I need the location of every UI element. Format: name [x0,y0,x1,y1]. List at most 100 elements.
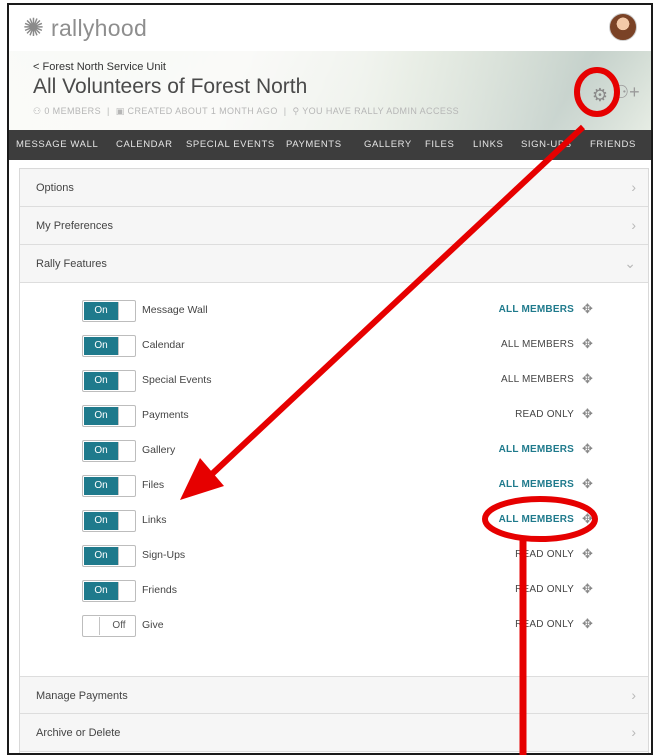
feature-access-level[interactable]: READ ONLY [515,584,574,595]
created-date: ▣ CREATED ABOUT 1 MONTH AGO [115,106,278,116]
feature-name: Give [142,619,164,631]
feature-row: On Payments READ ONLY ✥ [20,405,648,440]
brand-bar: rallyhood [9,5,651,51]
feature-toggle-on[interactable]: On [82,370,136,392]
section-label: Rally Features [36,258,107,270]
feature-name: Special Events [142,374,212,386]
feature-toggle-off[interactable]: Off [82,615,136,637]
move-handle-icon[interactable]: ✥ [582,301,593,317]
toggle-on-label: On [84,547,118,565]
section-rally-features[interactable]: Rally Features ⌄ [20,245,648,283]
move-handle-icon[interactable]: ✥ [582,581,593,597]
feature-access-level[interactable]: ALL MEMBERS [501,339,574,350]
feature-toggle-on[interactable]: On [82,475,136,497]
move-handle-icon[interactable]: ✥ [582,441,593,457]
chevron-right-icon: › [631,179,636,195]
feature-toggle-on[interactable]: On [82,545,136,567]
logo-icon [23,13,45,42]
section-manage-payments[interactable]: Manage Payments › [20,676,648,714]
move-handle-icon[interactable]: ✥ [582,476,593,492]
members-count: ⚇ 0 MEMBERS [33,106,101,116]
logo-text: rallyhood [51,15,148,41]
move-handle-icon[interactable]: ✥ [582,616,593,632]
feature-toggle-on[interactable]: On [82,405,136,427]
toggle-knob [118,442,134,460]
move-handle-icon[interactable]: ✥ [582,511,593,527]
feature-name: Files [142,479,165,491]
toggle-knob [118,582,134,600]
add-user-icon[interactable]: ⚇+ [613,82,640,103]
toggle-on-label: On [84,407,118,425]
chevron-right-icon: › [631,724,636,740]
feature-toggle-on[interactable]: On [82,580,136,602]
avatar[interactable] [609,13,637,41]
feature-access-level[interactable]: ALL MEMBERS [499,514,574,525]
feature-access-level[interactable]: READ ONLY [515,549,574,560]
rally-header: < Forest North Service Unit All Voluntee… [9,51,651,130]
move-handle-icon[interactable]: ✥ [582,336,593,352]
toggle-on-label: On [84,442,118,460]
breadcrumb[interactable]: < Forest North Service Unit [33,61,166,73]
feature-access-level[interactable]: ALL MEMBERS [499,479,574,490]
feature-access-level[interactable]: READ ONLY [515,619,574,630]
feature-name: Sign-Ups [142,549,186,561]
section-options[interactable]: Options › [20,169,648,207]
feature-access-level[interactable]: ALL MEMBERS [499,304,574,315]
move-handle-icon[interactable]: ✥ [582,406,593,422]
rally-nav: MESSAGE WALL CALENDAR SPECIAL EVENTS PAY… [9,130,651,160]
feature-toggle-on[interactable]: On [82,510,136,532]
section-archive-delete[interactable]: Archive or Delete › [20,714,648,752]
toggle-knob [118,512,134,530]
feature-row: Off Give READ ONLY ✥ [20,615,648,650]
toggle-knob [118,547,134,565]
tab-links[interactable]: LINKS [473,139,503,150]
feature-row: On Files ALL MEMBERS ✥ [20,475,648,510]
section-label: Options [36,182,74,194]
feature-access-level[interactable]: ALL MEMBERS [499,444,574,455]
toggle-on-label: On [84,337,118,355]
feature-toggle-on[interactable]: On [82,335,136,357]
feature-name: Message Wall [142,304,208,316]
tab-sign-ups[interactable]: SIGN-UPS [521,139,572,150]
toggle-on-label: On [84,512,118,530]
feature-toggle-on[interactable]: On [82,440,136,462]
feature-name: Gallery [142,444,176,456]
feature-row: On Friends READ ONLY ✥ [20,580,648,615]
meta-divider: | [283,106,287,116]
tab-special-events[interactable]: SPECIAL EVENTS [186,139,275,150]
toggle-on-label: On [84,302,118,320]
feature-row: On Calendar ALL MEMBERS ✥ [20,335,648,370]
toggle-knob [118,407,134,425]
tab-friends[interactable]: FRIENDS [590,139,636,150]
rally-meta: ⚇ 0 MEMBERS | ▣ CREATED ABOUT 1 MONTH AG… [33,106,459,117]
move-handle-icon[interactable]: ✥ [582,546,593,562]
tab-files[interactable]: FILES [425,139,454,150]
section-label: Archive or Delete [36,727,121,739]
gear-icon[interactable]: ⚙ [590,85,610,105]
rallyhood-logo[interactable]: rallyhood [23,13,148,42]
feature-toggle-on[interactable]: On [82,300,136,322]
admin-access: ⚲ YOU HAVE RALLY ADMIN ACCESS [292,106,460,116]
toggle-knob [118,337,134,355]
move-handle-icon[interactable]: ✥ [582,371,593,387]
feature-row: On Special Events ALL MEMBERS ✥ [20,370,648,405]
tab-gallery[interactable]: GALLERY [364,139,412,150]
feature-row: On Message Wall ALL MEMBERS ✥ [20,300,648,335]
section-my-preferences[interactable]: My Preferences › [20,207,648,245]
feature-row: On Links ALL MEMBERS ✥ [20,510,648,545]
feature-name: Calendar [142,339,185,351]
toggle-knob [118,477,134,495]
feature-name: Payments [142,409,189,421]
section-label: Manage Payments [36,690,128,702]
feature-access-level[interactable]: ALL MEMBERS [501,374,574,385]
tab-message-wall[interactable]: MESSAGE WALL [16,139,98,150]
chevron-right-icon: › [631,217,636,233]
settings-panel: Options › My Preferences › Rally Feature… [19,168,649,753]
tab-payments[interactable]: PAYMENTS [286,139,342,150]
feature-row: On Gallery ALL MEMBERS ✥ [20,440,648,475]
toggle-knob [118,372,134,390]
feature-access-level[interactable]: READ ONLY [515,409,574,420]
chevron-right-icon: › [631,687,636,703]
tab-calendar[interactable]: CALENDAR [116,139,173,150]
feature-row: On Sign-Ups READ ONLY ✥ [20,545,648,580]
